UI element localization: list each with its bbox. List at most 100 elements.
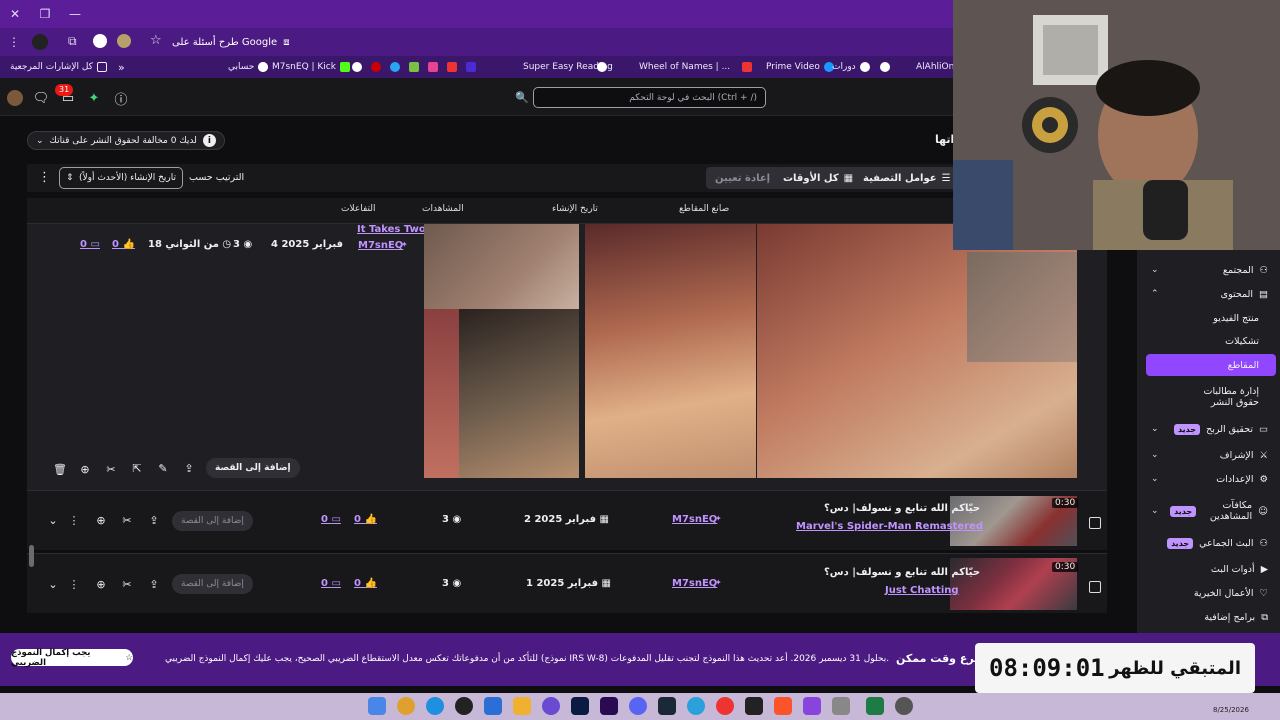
obs-icon[interactable] [455,697,473,715]
row-checkbox[interactable] [1089,581,1101,593]
settings-icon[interactable] [895,697,913,715]
column-created[interactable]: تاريخ الإنشاء [552,204,598,214]
search-icon[interactable]: 🔍 [512,87,532,108]
bookmark-pink-icon[interactable] [428,62,438,72]
add-circle-icon[interactable]: ⊕ [93,576,109,592]
sidebar-item-community[interactable]: ⌄ المجتمع ⚇ [1137,259,1280,281]
add-to-story-button[interactable]: إضافة إلى القصة [206,458,300,478]
start-icon[interactable] [368,697,386,715]
filters-button[interactable]: عوامل التصفية ☰ [854,167,960,189]
sidebar-item-copyright-claims[interactable]: إدارة مطالبات حقوق النشر [1137,384,1280,410]
close-icon[interactable]: ✕ [0,0,30,28]
telegram-icon[interactable] [687,697,705,715]
clip-creator-link[interactable]: M7snEQ [358,240,403,251]
chrome-icon[interactable] [397,697,415,715]
scrollbar-thumb[interactable] [29,545,34,567]
sidebar-item-clips[interactable]: المقاطع [1137,354,1280,376]
clip-game-link[interactable]: It Takes Two [357,224,426,235]
add-circle-icon[interactable]: ⊕ [77,461,93,477]
extension-icon[interactable] [32,34,48,50]
column-views[interactable]: المشاهدات [422,204,464,214]
globe-icon[interactable] [352,62,362,72]
bookmark-all[interactable]: كل الإشارات المرجعية [10,56,107,78]
scissors-icon[interactable]: ✂ [103,461,119,477]
sparkle-icon[interactable]: ✦ [84,88,104,108]
sidebar-item-stream-tools[interactable]: أدوات البث ▶ [1137,558,1280,580]
clip-likes[interactable]: 0 👍 [354,578,377,589]
clip-game-link[interactable]: Marvel's Spider-Man Remastered [796,521,983,532]
clip-likes[interactable]: 0 👍 [112,239,135,250]
add-to-story-button[interactable]: إضافة إلى القصة [172,511,253,531]
clip-likes[interactable]: 0 👍 [354,514,377,525]
files-icon[interactable] [513,697,531,715]
extensions-puzzle-icon[interactable]: ⧉ [68,34,77,49]
scissors-icon[interactable]: ✂ [119,512,135,528]
add-to-story-button[interactable]: إضافة إلى القصة [172,574,253,594]
bookmark-courses[interactable]: دورات [832,56,870,78]
bookmark-a-icon[interactable] [447,62,457,72]
more-vertical-icon[interactable]: ⋮ [66,512,82,528]
extension-icon-2[interactable] [93,34,107,48]
sidebar-item-content[interactable]: ⌃ المحتوى ▤ [1137,283,1280,305]
sidebar-item-monetization[interactable]: ⌄ جديد تحقيق الربح ▭ [1137,418,1280,440]
bookmark-star-icon[interactable]: ☆ [150,33,162,48]
sidebar-item-settings[interactable]: ⌄ الإعدادات ⚙ [1137,468,1280,490]
complete-tax-form-button[interactable]: يجب إكمال النموذج الضريبي ☆ [11,648,133,668]
premiere-icon[interactable] [600,697,618,715]
row-checkbox[interactable] [1089,517,1101,529]
bookmark-kick[interactable]: M7snEQ | Kick [258,56,350,78]
column-clipper[interactable]: صانع المقاطع [679,204,729,214]
discord-icon[interactable] [629,697,647,715]
clip-comments[interactable]: 0 ▭ [80,239,100,250]
sidebar-item-extensions[interactable]: برامج إضافية ⧉ [1137,606,1280,628]
reset-button[interactable]: إعادة تعيين [706,167,780,189]
restore-icon[interactable]: ❐ [30,0,60,28]
sidebar-item-collab-stream[interactable]: جديد البث الجماعي ⚇ [1137,532,1280,554]
app-grey-icon[interactable] [832,697,850,715]
clip-creator-link[interactable]: M7snEQ [672,578,717,589]
bookmark-purple-icon[interactable] [466,62,476,72]
edge-icon[interactable] [426,697,444,715]
sidebar-item-collections[interactable]: تشكيلات [1137,330,1280,352]
clip-creator-link[interactable]: M7snEQ [672,514,717,525]
column-engagement[interactable]: التفاعلات [341,204,375,214]
sidebar-item-video-producer[interactable]: منتج الفيديو [1137,307,1280,329]
search-input[interactable]: البحث في لوحة التحكم (Ctrl + /) [533,87,766,108]
bookmark-blue-icon[interactable] [390,62,400,72]
more-options-icon[interactable]: ⋮ [38,170,51,185]
more-vertical-icon[interactable]: ⋮ [66,576,82,592]
omnibox-prompt[interactable]: طرح أسئلة على Google ⧈ [172,33,290,51]
all-times-button[interactable]: كل الأوقات ▦ [774,167,863,189]
app-red-icon[interactable] [716,697,734,715]
steam-icon[interactable] [658,697,676,715]
menu-dots-icon[interactable]: ⋮ [8,35,20,49]
game-thumbnail-b[interactable] [585,224,756,478]
add-circle-icon[interactable]: ⊕ [93,512,109,528]
clip-comments[interactable]: 0 ▭ [321,514,341,525]
scissors-icon[interactable]: ✂ [119,576,135,592]
avatar[interactable] [5,88,25,108]
clip-comments[interactable]: 0 ▭ [321,578,341,589]
share-icon[interactable]: ⇪ [146,576,162,592]
brave-icon[interactable] [774,697,792,715]
copyright-warning-pill[interactable]: ⌄ لديك 0 مخالفة لحقوق النشر على قناتك i [27,131,225,150]
bookmark-wheel-of-names[interactable]: Wheel of Names | ... [597,56,730,78]
bookmark-alahli[interactable]: AlAhliOn [880,56,954,78]
app-icon[interactable] [542,697,560,715]
vscode-icon[interactable] [484,697,502,715]
edit-icon[interactable]: ✎ [155,460,171,476]
extension-icon-3[interactable] [117,34,131,48]
sidebar-item-charity[interactable]: الأعمال الخيرية ♡ [1137,582,1280,604]
photoshop-icon[interactable] [571,697,589,715]
share-icon[interactable]: ⇪ [181,460,197,476]
bookmark-green-icon[interactable] [409,62,419,72]
expand-chevron-icon[interactable]: ⌄ [45,576,61,592]
sidebar-item-viewer-rewards[interactable]: ⌄ جديد مكافآت المشاهدين ☺ [1137,496,1280,526]
delete-icon[interactable]: 🗑 [52,461,68,477]
excel-icon[interactable] [866,697,884,715]
bookmark-red-icon[interactable] [371,62,381,72]
more-bookmarks-icon[interactable]: » [118,56,125,78]
app-purple-icon[interactable] [803,697,821,715]
external-link-icon[interactable]: ⇱ [129,460,145,476]
share-icon[interactable]: ⇪ [146,512,162,528]
